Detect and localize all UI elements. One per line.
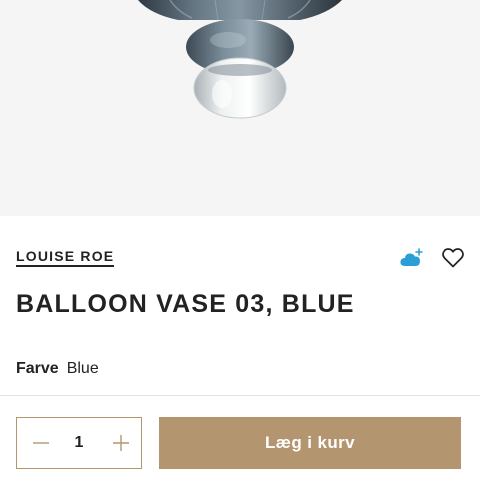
wishlist-button[interactable] bbox=[442, 246, 464, 270]
add-to-cart-button[interactable]: Læg i kurv bbox=[159, 417, 461, 469]
plus-icon bbox=[113, 435, 129, 451]
vase-image bbox=[138, 0, 342, 119]
product-image bbox=[0, 0, 480, 216]
minus-icon bbox=[33, 442, 49, 444]
color-value: Blue bbox=[66, 360, 99, 377]
color-selector: Farve Blue bbox=[16, 360, 99, 378]
decrease-quantity-button[interactable] bbox=[21, 418, 61, 468]
cloud-plus-button[interactable] bbox=[400, 246, 424, 270]
quantity-stepper bbox=[16, 417, 142, 469]
quantity-input[interactable] bbox=[61, 418, 97, 468]
divider bbox=[0, 395, 480, 396]
color-label: Farve bbox=[16, 360, 59, 377]
heart-icon bbox=[442, 248, 464, 268]
cloud-plus-icon bbox=[400, 248, 423, 266]
increase-quantity-button[interactable] bbox=[101, 418, 141, 468]
brand-link[interactable]: LOUISE ROE bbox=[16, 248, 115, 267]
brand-row: LOUISE ROE bbox=[16, 246, 464, 270]
product-title: BALLOON VASE 03, BLUE bbox=[16, 290, 355, 318]
